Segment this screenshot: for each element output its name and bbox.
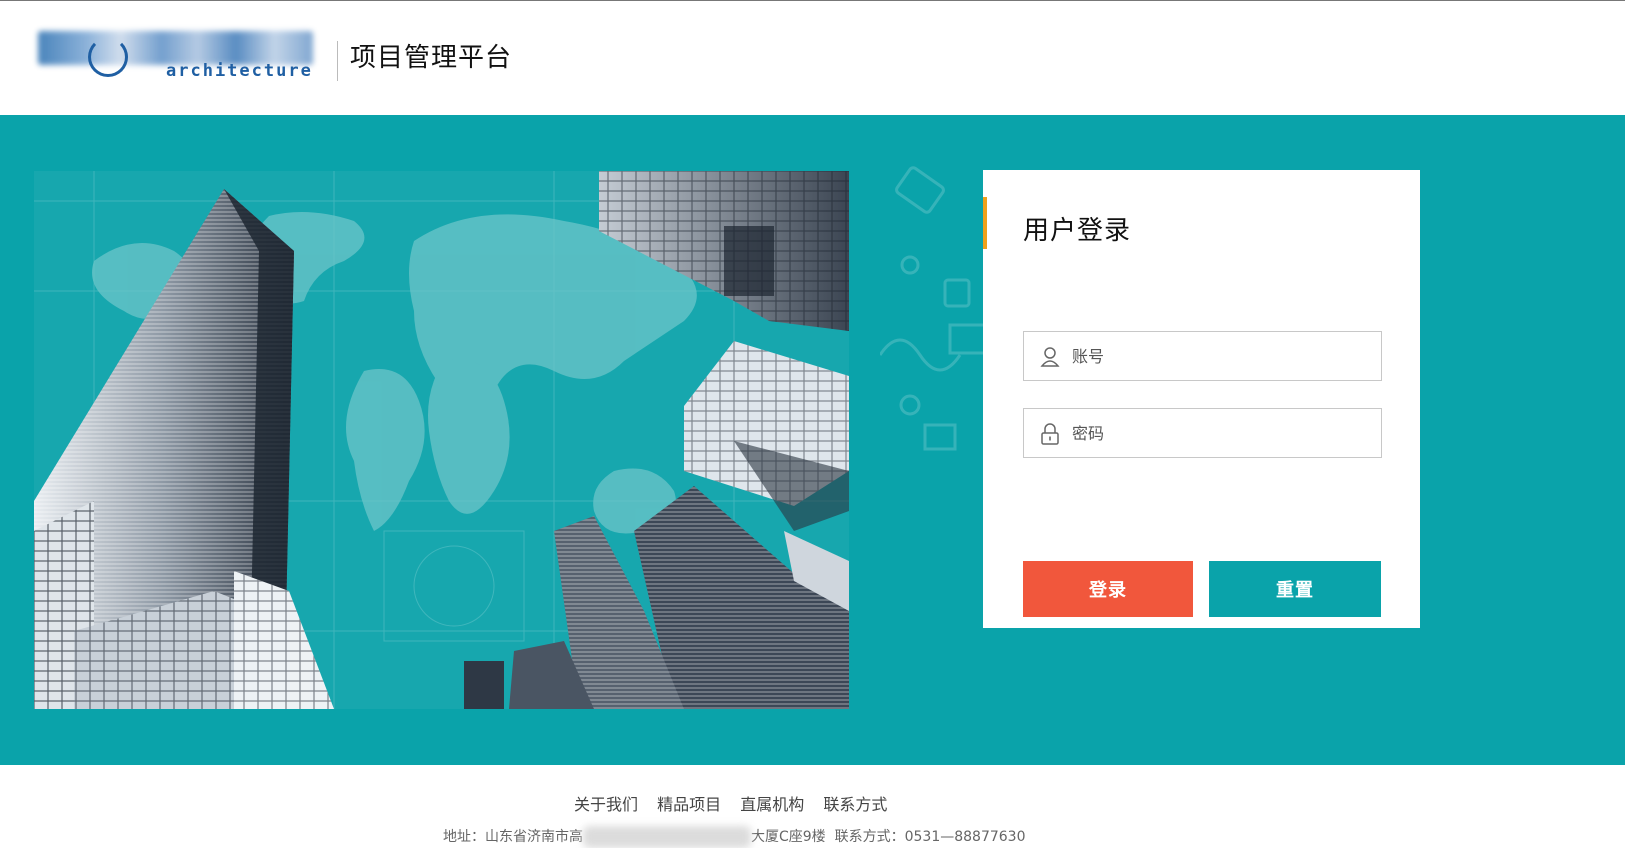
header: architecture 项目管理平台 (0, 1, 1625, 115)
password-input[interactable] (1072, 409, 1372, 457)
username-input[interactable] (1072, 332, 1372, 380)
footer: 关于我们 精品项目 直属机构 联系方式 地址：山东省济南市高 大厦C座9楼 联系方… (0, 765, 1625, 848)
user-icon (1040, 347, 1060, 367)
page-title: 项目管理平台 (350, 43, 513, 73)
footer-link-projects[interactable]: 精品项目 (657, 795, 721, 814)
address-prefix: 地址：山东省济南市高 (443, 829, 583, 845)
logo-circle (88, 37, 128, 77)
username-field[interactable] (1023, 331, 1382, 381)
footer-link-contact[interactable]: 联系方式 (823, 795, 887, 814)
skyscraper-world-map-illustration (34, 171, 849, 709)
main-banner: 用户登录 登录 重置 (0, 115, 1625, 765)
company-logo[interactable]: architecture (38, 31, 313, 83)
hero-image (34, 171, 849, 709)
login-title-accent (983, 197, 987, 249)
reset-button[interactable]: 重置 (1209, 561, 1381, 617)
login-button[interactable]: 登录 (1023, 561, 1193, 617)
footer-link-about[interactable]: 关于我们 (574, 795, 638, 814)
login-panel: 用户登录 登录 重置 (983, 170, 1420, 628)
logo-blurred-mark (38, 31, 313, 65)
footer-links: 关于我们 精品项目 直属机构 联系方式 (574, 791, 901, 815)
header-divider (337, 41, 338, 81)
lock-icon (1041, 423, 1059, 445)
logo-text: architecture (166, 61, 313, 81)
footer-address: 地址：山东省济南市高 大厦C座9楼 联系方式：0531—88877630 (443, 826, 1025, 848)
login-title: 用户登录 (1023, 216, 1132, 246)
footer-link-institutions[interactable]: 直属机构 (740, 795, 804, 814)
address-suffix: 大厦C座9楼 (751, 829, 826, 845)
address-redacted (583, 826, 751, 848)
contact-phone: 联系方式：0531—88877630 (834, 829, 1026, 845)
password-field[interactable] (1023, 408, 1382, 458)
